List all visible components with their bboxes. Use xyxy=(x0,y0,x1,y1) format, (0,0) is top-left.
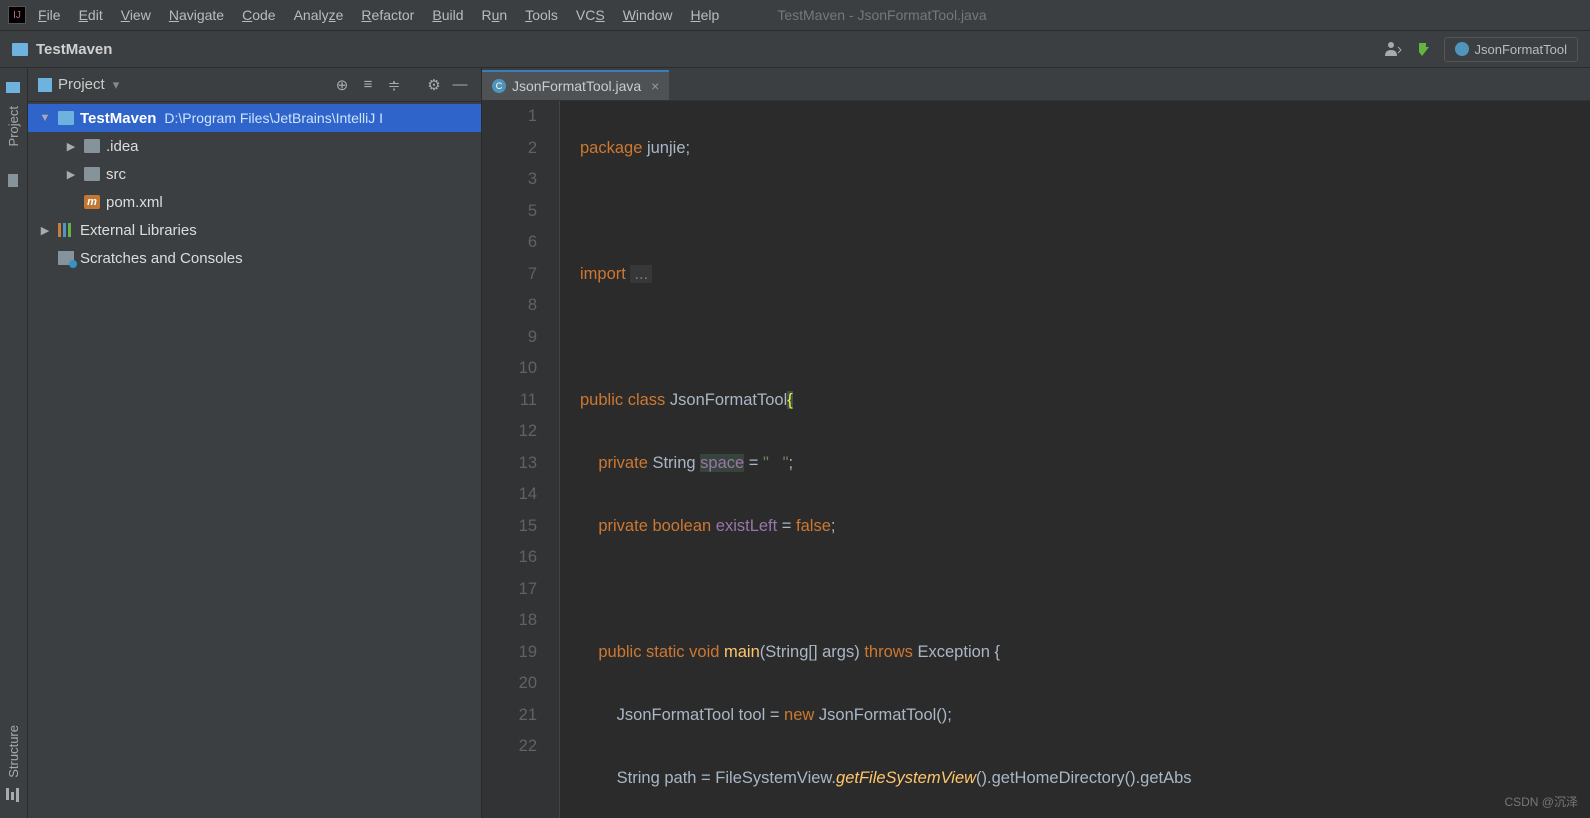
line-number[interactable]: 8 xyxy=(482,290,537,322)
rail-file-icon[interactable] xyxy=(6,174,22,190)
chevron-down-icon[interactable]: ▼ xyxy=(38,112,52,124)
sidebar-header: Project ▾ ⊕ ≡ ≑ ⚙ — xyxy=(28,68,481,102)
menu-window[interactable]: Window xyxy=(623,7,673,23)
tree-root-name: TestMaven xyxy=(80,110,156,127)
project-view-icon xyxy=(38,78,52,92)
menu-build[interactable]: Build xyxy=(432,7,463,23)
line-number[interactable]: 10 xyxy=(482,353,537,385)
rail-structure-label[interactable]: Structure xyxy=(6,725,21,778)
gear-icon[interactable]: ⚙ xyxy=(423,74,445,96)
line-number[interactable]: 17 xyxy=(482,574,537,606)
module-folder-icon xyxy=(58,111,74,125)
line-number[interactable]: 3 xyxy=(482,164,537,196)
tab-jsonformattool[interactable]: C JsonFormatTool.java × xyxy=(482,70,669,100)
chevron-down-icon[interactable]: ▾ xyxy=(113,77,120,93)
menu-vcs[interactable]: VCS xyxy=(576,7,605,23)
tree-pom-label: pom.xml xyxy=(106,194,163,211)
menu-edit[interactable]: Edit xyxy=(79,7,103,23)
code-editor[interactable]: 1 2 3 5 6 7 8 9 10 11 12 13 14 15 16 17 … xyxy=(482,101,1590,818)
java-class-icon xyxy=(1455,42,1469,56)
menu-file[interactable]: File xyxy=(38,7,61,23)
java-class-icon: C xyxy=(492,79,506,93)
tree-scratch-label: Scratches and Consoles xyxy=(80,250,243,267)
user-icon[interactable] xyxy=(1384,40,1402,58)
app-logo-icon: IJ xyxy=(8,6,26,24)
line-number[interactable]: 2 xyxy=(482,133,537,165)
line-number[interactable]: 12 xyxy=(482,416,537,448)
tree-idea-label: .idea xyxy=(106,138,139,155)
select-opened-icon[interactable]: ⊕ xyxy=(331,74,353,96)
line-number[interactable]: 18 xyxy=(482,605,537,637)
collapse-all-icon[interactable]: ≑ xyxy=(383,74,405,96)
menu-run[interactable]: Run xyxy=(482,7,508,23)
line-number[interactable]: 21 xyxy=(482,700,537,732)
maven-icon: m xyxy=(84,195,100,209)
editor-tabs: C JsonFormatTool.java × xyxy=(482,68,1590,101)
line-number[interactable]: 14 xyxy=(482,479,537,511)
line-number[interactable]: 9 xyxy=(482,322,537,354)
tree-pom[interactable]: m pom.xml xyxy=(28,188,481,216)
chevron-right-icon[interactable]: ▶ xyxy=(64,140,78,153)
code-body[interactable]: package junjie; import ... public class … xyxy=(560,101,1590,818)
project-tree[interactable]: ▼ TestMaven D:\Program Files\JetBrains\I… xyxy=(28,102,481,818)
close-icon[interactable]: × xyxy=(651,78,659,94)
line-number[interactable]: 5 xyxy=(482,196,537,228)
scratches-icon xyxy=(58,251,74,265)
breadcrumb-project[interactable]: TestMaven xyxy=(36,41,112,58)
rail-structure-icon[interactable] xyxy=(6,788,22,804)
menu-refactor[interactable]: Refactor xyxy=(361,7,414,23)
tree-idea[interactable]: ▶ .idea xyxy=(28,132,481,160)
watermark: CSDN @沉泽 xyxy=(1504,793,1578,810)
menu-tools[interactable]: Tools xyxy=(525,7,558,23)
tree-root-path: D:\Program Files\JetBrains\IntelliJ I xyxy=(164,110,383,126)
editor-area: C JsonFormatTool.java × 1 2 3 5 6 7 8 9 … xyxy=(482,68,1590,818)
menu-analyze[interactable]: Analyze xyxy=(294,7,344,23)
line-number[interactable]: 11 xyxy=(482,385,537,417)
sidebar-title[interactable]: Project xyxy=(58,76,105,93)
chevron-right-icon[interactable]: ▶ xyxy=(64,168,78,181)
line-number[interactable]: 6 xyxy=(482,227,537,259)
folder-icon xyxy=(84,167,100,181)
gutter[interactable]: 1 2 3 5 6 7 8 9 10 11 12 13 14 15 16 17 … xyxy=(482,101,560,818)
menu-navigate[interactable]: Navigate xyxy=(169,7,224,23)
run-config-name: JsonFormatTool xyxy=(1475,42,1567,57)
expand-all-icon[interactable]: ≡ xyxy=(357,74,379,96)
tree-root[interactable]: ▼ TestMaven D:\Program Files\JetBrains\I… xyxy=(28,104,481,132)
menu-help[interactable]: Help xyxy=(691,7,720,23)
project-folder-icon xyxy=(12,43,28,56)
rail-project-label[interactable]: Project xyxy=(6,106,21,146)
menu-view[interactable]: View xyxy=(121,7,151,23)
folder-icon xyxy=(84,139,100,153)
menu-code[interactable]: Code xyxy=(242,7,275,23)
line-number[interactable]: 22 xyxy=(482,731,537,763)
line-number[interactable]: 19 xyxy=(482,637,537,669)
project-sidebar: Project ▾ ⊕ ≡ ≑ ⚙ — ▼ TestMaven D:\Progr… xyxy=(28,68,482,818)
tab-label: JsonFormatTool.java xyxy=(512,78,641,94)
line-number[interactable]: 16 xyxy=(482,542,537,574)
tree-scratches[interactable]: Scratches and Consoles xyxy=(28,244,481,272)
line-number[interactable]: 20 xyxy=(482,668,537,700)
left-tool-rail: Project Structure xyxy=(0,68,28,818)
line-number[interactable]: 1 xyxy=(482,101,537,133)
tree-external-libs[interactable]: ▶ External Libraries xyxy=(28,216,481,244)
tree-ext-label: External Libraries xyxy=(80,222,197,239)
libraries-icon xyxy=(58,223,74,237)
line-number[interactable]: 15 xyxy=(482,511,537,543)
menu-bar: IJ File Edit View Navigate Code Analyze … xyxy=(0,0,1590,30)
line-number[interactable]: 13 xyxy=(482,448,537,480)
hide-icon[interactable]: — xyxy=(449,74,471,96)
build-hammer-icon[interactable] xyxy=(1416,40,1434,58)
chevron-right-icon[interactable]: ▶ xyxy=(38,224,52,237)
rail-project-icon[interactable] xyxy=(6,80,22,96)
line-number[interactable]: 7 xyxy=(482,259,537,291)
tree-src-label: src xyxy=(106,166,126,183)
run-config-selector[interactable]: JsonFormatTool xyxy=(1444,37,1578,62)
nav-bar: TestMaven JsonFormatTool xyxy=(0,30,1590,68)
window-title: TestMaven - JsonFormatTool.java xyxy=(777,7,986,23)
tree-src[interactable]: ▶ src xyxy=(28,160,481,188)
